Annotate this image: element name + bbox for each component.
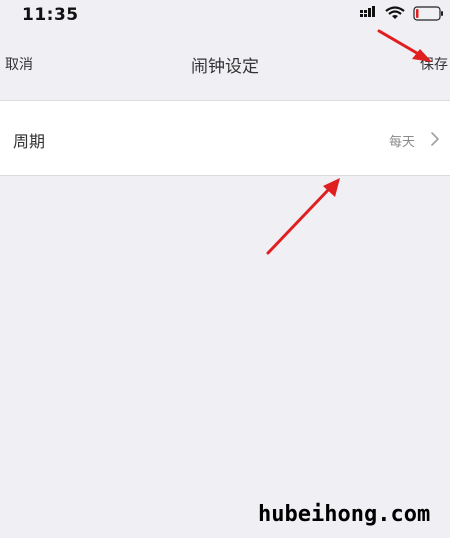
watermark: hubeihong.com [258,502,431,527]
repeat-period-label: 周期 [13,132,46,151]
nav-bar: 取消 闹钟设定 保存 [0,32,450,94]
battery-icon [413,6,443,21]
status-time: 11:35 [22,5,79,25]
page-title: 闹钟设定 [191,57,259,77]
status-icons [360,6,450,26]
status-bar: 11:35 [0,0,450,32]
signal-icon [360,6,375,17]
settings-group: 周期 每天 [0,100,450,176]
chevron-right-icon [430,131,440,151]
repeat-period-value: 每天 [389,135,416,150]
repeat-period-row[interactable]: 周期 每天 [0,101,450,175]
save-button[interactable]: 保存 [420,54,448,74]
wifi-icon [385,6,405,19]
arrow-to-period-row-icon [266,178,340,255]
